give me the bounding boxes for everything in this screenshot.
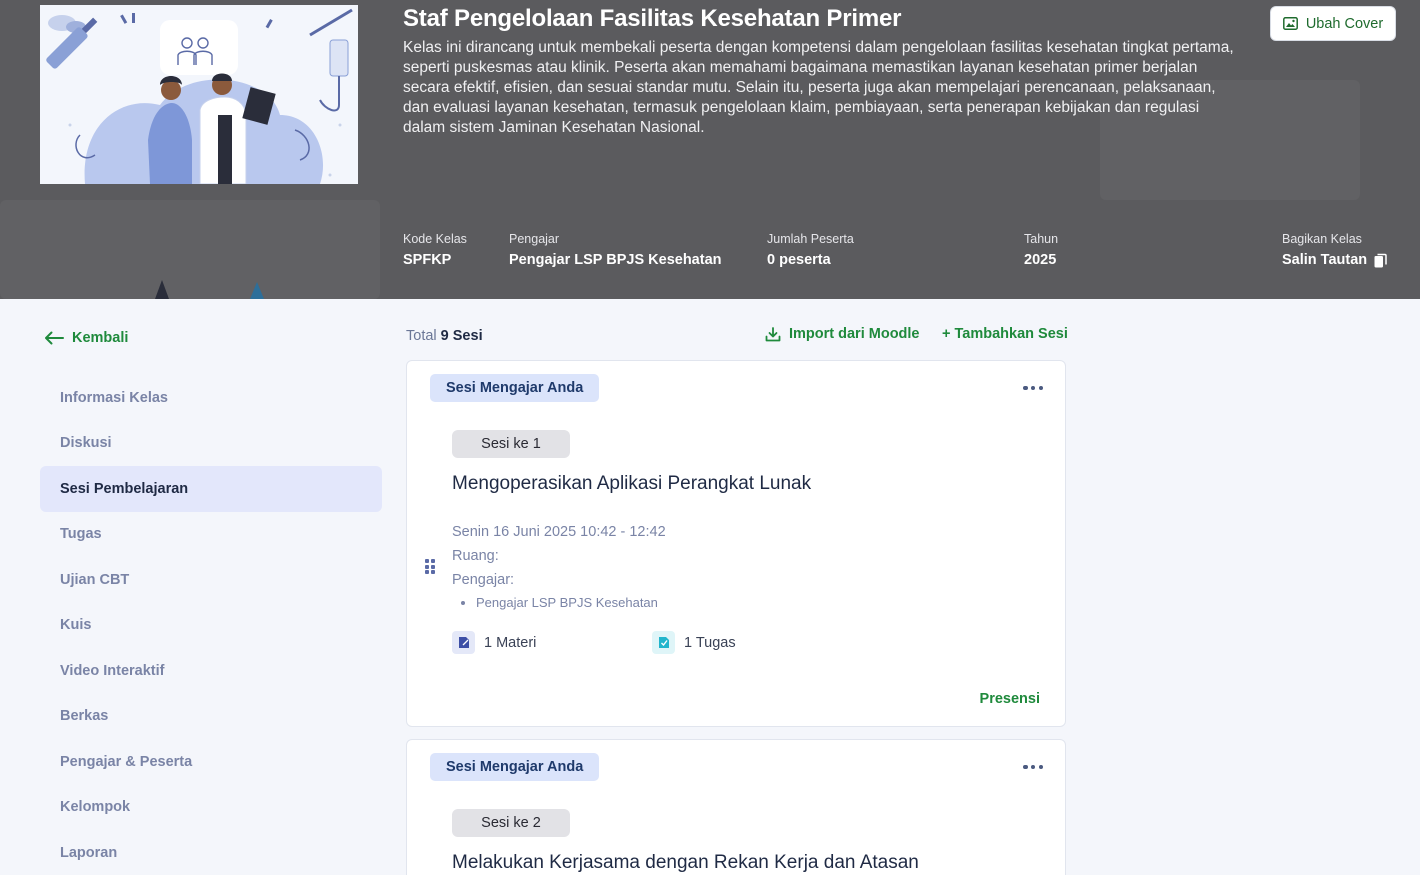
- sidebar-item-laporan[interactable]: Laporan: [40, 830, 382, 875]
- arrow-left-icon: [45, 331, 64, 345]
- session-number: Sesi ke 2: [452, 809, 570, 837]
- change-cover-button[interactable]: Ubah Cover: [1270, 6, 1396, 41]
- meta-participant-count: Jumlah Peserta 0 peserta: [767, 232, 854, 268]
- session-datetime: Senin 16 Juni 2025 10:42 - 12:42: [452, 524, 666, 540]
- meta-value: 0 peserta: [767, 252, 831, 268]
- session-teacher-label: Pengajar:: [452, 572, 515, 588]
- material-count[interactable]: 1 Materi: [452, 631, 536, 654]
- own-session-badge: Sesi Mengajar Anda: [430, 753, 600, 781]
- dot: [1038, 385, 1043, 391]
- assignment-count-label: 1 Tugas: [684, 634, 736, 651]
- session-total: Total 9 Sesi: [406, 328, 483, 344]
- change-cover-label: Ubah Cover: [1305, 15, 1384, 32]
- dot: [1023, 385, 1028, 391]
- meta-class-code: Kode Kelas SPFKP: [403, 232, 467, 268]
- assignment-count[interactable]: 1 Tugas: [652, 631, 736, 654]
- copy-link-button[interactable]: Salin Tautan: [1282, 252, 1387, 268]
- import-moodle-button[interactable]: Import dari Moodle: [765, 326, 920, 342]
- image-icon: [1282, 17, 1298, 30]
- meta-label: Kode Kelas: [403, 232, 467, 246]
- class-description: Kelas ini dirancang untuk membekali pese…: [403, 39, 1234, 136]
- total-value: 9 Sesi: [440, 328, 483, 344]
- session-teacher-list: Pengajar LSP BPJS Kesehatan: [476, 595, 658, 610]
- dot: [1023, 764, 1028, 770]
- more-options-button[interactable]: [1023, 762, 1043, 772]
- download-icon: [765, 326, 781, 341]
- more-options-button[interactable]: [1023, 383, 1043, 393]
- meta-share-class: Bagikan Kelas Salin Tautan: [1282, 232, 1387, 268]
- copy-link-label: Salin Tautan: [1282, 252, 1368, 268]
- sidebar-item-kuis[interactable]: Kuis: [40, 603, 382, 649]
- add-session-button[interactable]: + Tambahkan Sesi: [942, 326, 1068, 342]
- meta-label: Tahun: [1024, 232, 1059, 246]
- copy-icon: [1374, 253, 1387, 267]
- session-number: Sesi ke 1: [452, 430, 570, 458]
- session-room-label: Ruang:: [452, 548, 499, 564]
- own-session-badge: Sesi Mengajar Anda: [430, 374, 600, 402]
- sidebar-item-kelompok[interactable]: Kelompok: [40, 785, 382, 831]
- assignment-icon: [652, 631, 675, 654]
- meta-label: Jumlah Peserta: [767, 232, 854, 246]
- session-title[interactable]: Melakukan Kerjasama dengan Rekan Kerja d…: [452, 852, 919, 874]
- total-label: Total: [406, 328, 437, 344]
- header-background-decoration: [155, 280, 264, 299]
- material-count-label: 1 Materi: [484, 634, 537, 651]
- material-icon: [452, 631, 475, 654]
- back-label: Kembali: [72, 330, 129, 346]
- sidebar-item-ujian-cbt[interactable]: Ujian CBT: [40, 557, 382, 603]
- meta-label: Pengajar: [509, 232, 560, 246]
- sidebar-item-tugas[interactable]: Tugas: [40, 512, 382, 558]
- class-header: Staf Pengelolaan Fasilitas Kesehatan Pri…: [0, 0, 1420, 299]
- sidebar-item-video-interaktif[interactable]: Video Interaktif: [40, 648, 382, 694]
- sidebar-nav: Informasi Kelas Diskusi Sesi Pembelajara…: [40, 375, 382, 875]
- meta-label: Bagikan Kelas: [1282, 232, 1362, 246]
- meta-value: Pengajar LSP BPJS Kesehatan: [509, 252, 722, 268]
- session-title[interactable]: Mengoperasikan Aplikasi Perangkat Lunak: [452, 473, 811, 495]
- dot: [1030, 385, 1036, 391]
- meta-teacher: Pengajar Pengajar LSP BPJS Kesehatan: [509, 232, 722, 268]
- meta-year: Tahun 2025: [1024, 232, 1058, 268]
- meta-value: 2025: [1024, 252, 1057, 268]
- session-card: Sesi Mengajar Anda Sesi ke 1 Mengoperasi…: [406, 360, 1066, 727]
- class-title: Staf Pengelolaan Fasilitas Kesehatan Pri…: [403, 5, 902, 32]
- session-teacher-item: Pengajar LSP BPJS Kesehatan: [476, 595, 658, 610]
- meta-value: SPFKP: [403, 252, 452, 268]
- sidebar-item-informasi-kelas[interactable]: Informasi Kelas: [40, 375, 382, 421]
- sidebar-item-pengajar-peserta[interactable]: Pengajar & Peserta: [40, 739, 382, 785]
- sidebar-item-diskusi[interactable]: Diskusi: [40, 421, 382, 467]
- import-moodle-label: Import dari Moodle: [789, 326, 920, 342]
- back-link[interactable]: Kembali: [44, 330, 128, 346]
- session-card: Sesi Mengajar Anda Sesi ke 2 Melakukan K…: [406, 739, 1066, 875]
- dot: [1030, 764, 1036, 770]
- class-cover-image: [40, 5, 358, 184]
- sidebar-item-berkas[interactable]: Berkas: [40, 694, 382, 740]
- sidebar-item-sesi-pembelajaran[interactable]: Sesi Pembelajaran: [40, 466, 382, 512]
- drag-handle-icon[interactable]: [425, 559, 435, 574]
- dot: [1038, 764, 1043, 770]
- attendance-button[interactable]: Presensi: [980, 691, 1040, 707]
